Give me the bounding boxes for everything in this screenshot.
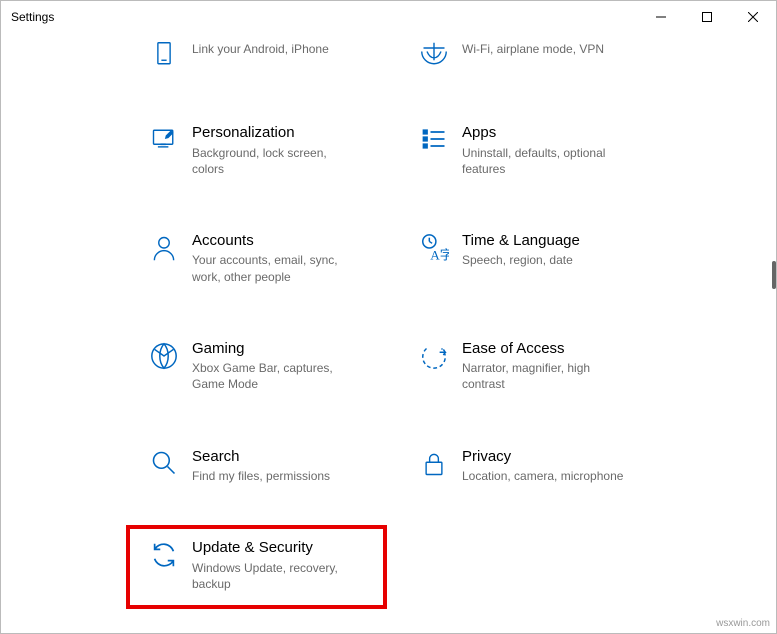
privacy-tile[interactable]: Privacy Location, camera, microphone	[406, 447, 676, 485]
tile-subtitle: Windows Update, recovery, backup	[192, 560, 362, 592]
tile-title: Time & Language	[462, 231, 580, 251]
apps-tile[interactable]: Apps Uninstall, defaults, optional featu…	[406, 123, 676, 177]
tile-title: Accounts	[192, 231, 362, 251]
empty-cell	[406, 538, 676, 592]
apps-icon	[406, 123, 462, 153]
close-button[interactable]	[730, 1, 776, 33]
window-title: Settings	[1, 10, 54, 24]
time-language-icon: A字	[406, 231, 462, 263]
titlebar: Settings	[1, 1, 776, 33]
personalization-icon	[136, 123, 192, 153]
search-tile[interactable]: Search Find my files, permissions	[136, 447, 406, 485]
tile-subtitle: Wi-Fi, airplane mode, VPN	[462, 41, 604, 57]
search-icon	[136, 447, 192, 477]
update-security-tile[interactable]: Update & Security Windows Update, recove…	[136, 538, 406, 592]
tile-subtitle: Link your Android, iPhone	[192, 41, 329, 57]
window-controls	[638, 1, 776, 33]
tile-subtitle: Xbox Game Bar, captures, Game Mode	[192, 360, 362, 392]
phone-icon	[136, 39, 192, 69]
globe-icon	[406, 39, 462, 69]
tile-title: Apps	[462, 123, 632, 143]
update-icon	[136, 538, 192, 570]
tile-title: Privacy	[462, 447, 623, 467]
settings-grid: Link your Android, iPhone Wi-Fi, airplan…	[1, 33, 776, 592]
svg-text:A字: A字	[430, 247, 449, 262]
tile-title: Search	[192, 447, 330, 467]
tile-subtitle: Narrator, magnifier, high contrast	[462, 360, 632, 392]
tile-subtitle: Location, camera, microphone	[462, 468, 623, 484]
watermark: wsxwin.com	[716, 618, 770, 629]
settings-window: Settings	[0, 0, 777, 634]
maximize-button[interactable]	[684, 1, 730, 33]
ease-of-access-tile[interactable]: Ease of Access Narrator, magnifier, high…	[406, 339, 676, 393]
phone-tile[interactable]: Link your Android, iPhone	[136, 39, 406, 69]
content-area: Link your Android, iPhone Wi-Fi, airplan…	[1, 33, 776, 633]
tile-title: Update & Security	[192, 538, 362, 558]
personalization-tile[interactable]: Personalization Background, lock screen,…	[136, 123, 406, 177]
tile-subtitle: Uninstall, defaults, optional features	[462, 145, 632, 177]
tile-subtitle: Speech, region, date	[462, 252, 580, 268]
gaming-tile[interactable]: Gaming Xbox Game Bar, captures, Game Mod…	[136, 339, 406, 393]
tile-title: Gaming	[192, 339, 362, 359]
tile-title: Ease of Access	[462, 339, 632, 359]
network-tile[interactable]: Wi-Fi, airplane mode, VPN	[406, 39, 676, 69]
ease-of-access-icon	[406, 339, 462, 371]
tile-subtitle: Your accounts, email, sync, work, other …	[192, 252, 362, 284]
tile-subtitle: Find my files, permissions	[192, 468, 330, 484]
gaming-icon	[136, 339, 192, 371]
accounts-tile[interactable]: Accounts Your accounts, email, sync, wor…	[136, 231, 406, 285]
minimize-button[interactable]	[638, 1, 684, 33]
tile-title: Personalization	[192, 123, 362, 143]
time-language-tile[interactable]: A字 Time & Language Speech, region, date	[406, 231, 676, 285]
scrollbar-thumb[interactable]	[772, 261, 776, 289]
tile-subtitle: Background, lock screen, colors	[192, 145, 362, 177]
privacy-icon	[406, 447, 462, 479]
accounts-icon	[136, 231, 192, 263]
